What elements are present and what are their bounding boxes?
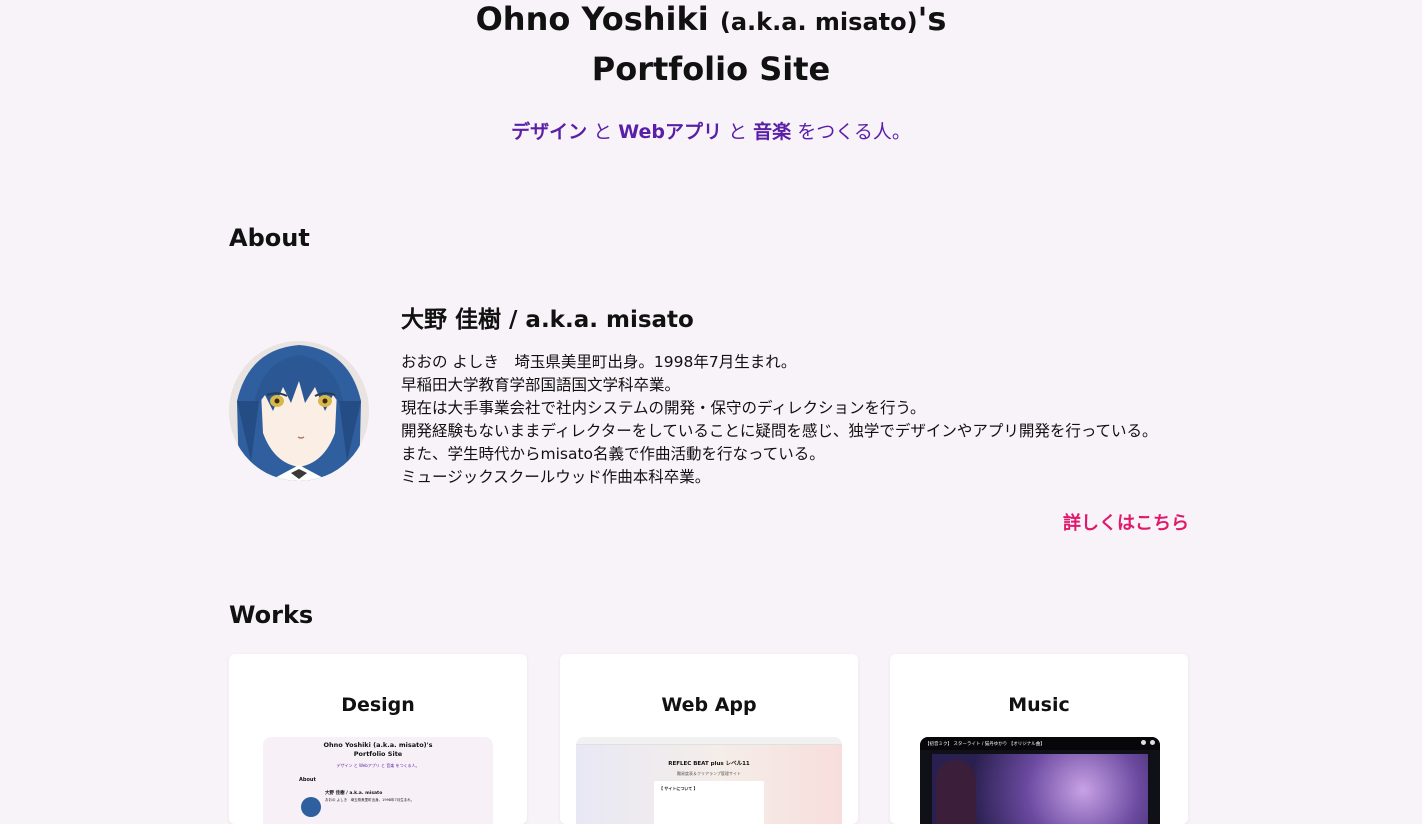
clock-icon[interactable] [1141, 740, 1146, 745]
thumb-site-title: Ohno Yoshiki (a.k.a. misato)'s Portfolio… [263, 741, 493, 759]
about-heading: About [229, 224, 310, 252]
design-thumbnail[interactable]: Ohno Yoshiki (a.k.a. misato)'s Portfolio… [263, 737, 493, 824]
tagline-design: デザイン [511, 121, 588, 143]
bio-line: また、学生時代からmisato名義で作曲活動を行なっている。 [401, 445, 825, 463]
thumb-app-title: REFLEC BEAT plus レベル11 [668, 761, 750, 767]
avatar [229, 341, 369, 481]
thumb-about: About [299, 777, 316, 783]
tagline-and: と [587, 121, 619, 143]
thumb-title: Ohno Yoshiki (a.k.a. misato)'s [323, 741, 433, 749]
video-title: 【初音ミク】 スターライト / 猫丹ゆかり 【オリジナル曲】 [925, 742, 1045, 747]
work-card-music[interactable]: Music 【初音ミク】 スターライト / 猫丹ゆかり 【オリジナル曲】 [890, 654, 1188, 824]
thumb-avatar [301, 797, 321, 817]
thumb-navbar [576, 737, 842, 745]
video-title-bar: 【初音ミク】 スターライト / 猫丹ゆかり 【オリジナル曲】 [920, 737, 1160, 750]
bio-line: 現在は大手事業会社で社内システムの開発・保守のディレクションを行う。 [401, 399, 926, 417]
tagline-rest: をつくる人。 [791, 121, 911, 143]
video-artwork [932, 754, 1148, 824]
character-silhouette [936, 760, 976, 824]
site-title: Ohno Yoshiki (a.k.a. misato)'s Portfolio… [0, 0, 1422, 93]
bio-line: 開発経験もないままディレクターをしていることに疑問を感じ、独学でデザインやアプリ… [401, 422, 1158, 440]
tagline-and: と [722, 121, 754, 143]
thumb-title2: Portfolio Site [353, 750, 403, 758]
works-heading: Works [229, 601, 314, 629]
tagline-music: 音楽 [753, 121, 792, 143]
site-header: Ohno Yoshiki (a.k.a. misato)'s Portfolio… [0, 0, 1422, 144]
music-video-thumbnail[interactable]: 【初音ミク】 スターライト / 猫丹ゆかり 【オリジナル曲】 [920, 737, 1160, 824]
tagline: デザイン と Webアプリ と 音楽 をつくる人。 [0, 117, 1422, 144]
profile-bio: おおの よしき 埼玉県美里町出身。1998年7月生まれ。 早稲田大学教育学部国語… [401, 351, 1191, 489]
bio-line: ミュージックスクールウッド作曲本科卒業。 [401, 468, 711, 486]
site-title-line1: Ohno Yoshiki (a.k.a. misato)'s [0, 0, 1422, 46]
thumb-box-heading: 【 サイトについて 】 [659, 786, 698, 791]
about-more-link[interactable]: 詳しくはこちら [1063, 509, 1189, 535]
profile: 大野 佳樹 / a.k.a. misato おおの よしき 埼玉県美里町出身。1… [401, 303, 1191, 489]
webapp-thumbnail[interactable]: REFLEC BEAT plus レベル11 難易度表＆クリアランプ管理サイト … [576, 737, 842, 824]
title-name: Ohno Yoshiki [475, 0, 720, 38]
share-icon[interactable] [1150, 740, 1155, 745]
site-title-line2: Portfolio Site [591, 50, 831, 88]
work-card-title: Design [341, 694, 415, 716]
work-card-design[interactable]: Design Ohno Yoshiki (a.k.a. misato)'s Po… [229, 654, 527, 824]
profile-name: 大野 佳樹 / a.k.a. misato [401, 307, 694, 333]
thumb-tagline: デザイン と Webアプリ と 音楽 をつくる人。 [336, 763, 420, 768]
title-suffix: 's [917, 0, 947, 38]
title-aka: (a.k.a. misato) [719, 8, 918, 36]
work-card-webapp[interactable]: Web App REFLEC BEAT plus レベル11 難易度表＆クリアラ… [560, 654, 858, 824]
bio-line: 早稲田大学教育学部国語国文学科卒業。 [401, 376, 681, 394]
thumb-info-box: 【 サイトについて 】 [654, 781, 764, 824]
thumb-name: 大野 佳樹 / a.k.a. misato [325, 791, 383, 796]
bio-line: おおの よしき 埼玉県美里町出身。1998年7月生まれ。 [401, 353, 797, 371]
work-card-title: Web App [661, 694, 757, 716]
work-card-title: Music [1008, 694, 1070, 716]
avatar-illustration [229, 341, 369, 481]
tagline-webapp: Webアプリ [618, 121, 723, 143]
thumb-app-subtitle: 難易度表＆クリアランプ管理サイト [677, 771, 741, 776]
